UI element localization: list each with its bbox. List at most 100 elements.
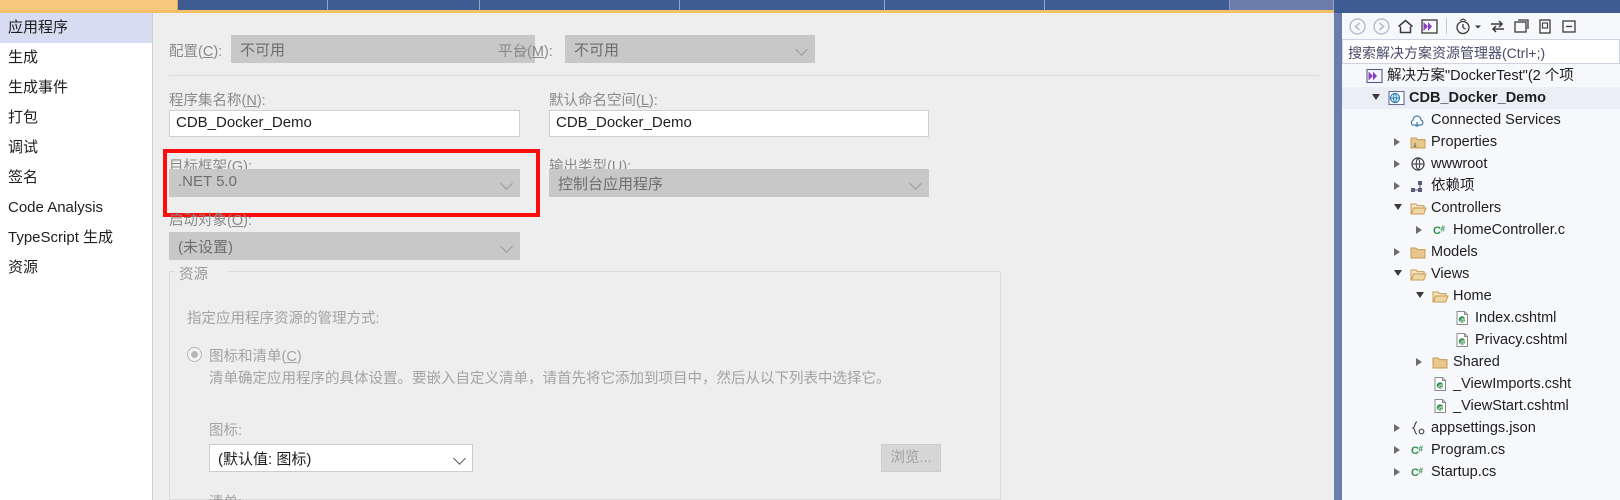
tree-node-label: Program.cs — [1431, 442, 1506, 458]
back-arrow-icon[interactable] — [1348, 17, 1367, 36]
default-namespace-input[interactable]: CDB_Docker_Demo — [549, 110, 929, 137]
sidebar-item-resources[interactable]: 资源 — [0, 253, 152, 283]
cshtml-file-icon: @ — [1454, 310, 1471, 326]
tree-node[interactable]: Properties — [1342, 131, 1620, 153]
solution-explorer-search-input[interactable]: 搜索解决方案资源管理器(Ctrl+;) — [1342, 39, 1620, 64]
tab-segment[interactable] — [480, 0, 680, 10]
sidebar-item-application[interactable]: 应用程序 — [0, 13, 163, 43]
expander-open-icon[interactable] — [1372, 94, 1380, 100]
assembly-name-input[interactable]: CDB_Docker_Demo — [169, 110, 520, 137]
sidebar-item-code-analysis[interactable]: Code Analysis — [0, 193, 152, 223]
icon-field-label: 图标: — [209, 423, 243, 439]
properties-category-sidebar[interactable]: 应用程序 生成 生成事件 打包 调试 签名 Code Analysis Type… — [0, 13, 163, 500]
platform-dropdown[interactable]: 不可用 — [565, 35, 815, 63]
tree-node[interactable]: @ Index.cshtml — [1342, 307, 1620, 329]
pending-changes-icon[interactable] — [1454, 17, 1473, 36]
home-icon[interactable] — [1396, 17, 1415, 36]
expander-closed-icon[interactable] — [1394, 160, 1400, 168]
expander-closed-icon[interactable] — [1394, 182, 1400, 190]
sidebar-item-typescript-build[interactable]: TypeScript 生成 — [0, 223, 152, 253]
sync-with-active-document-icon[interactable] — [1488, 17, 1507, 36]
sidebar-item-label: 签名 — [8, 169, 39, 186]
properties-window-icon[interactable] — [1512, 17, 1531, 36]
tree-node[interactable]: @ _ViewStart.cshtml — [1342, 395, 1620, 417]
assembly-name-label: 程序集名称(N): — [169, 93, 266, 109]
show-all-files-icon[interactable] — [1536, 17, 1555, 36]
svg-text:@: @ — [1460, 318, 1466, 324]
tree-node-label: Startup.cs — [1431, 464, 1497, 480]
tree-node[interactable]: @ _ViewImports.csht — [1342, 373, 1620, 395]
chevron-down-icon[interactable] — [1473, 17, 1483, 36]
tab-segment[interactable] — [178, 0, 328, 10]
solution-explorer-icon[interactable] — [1420, 17, 1439, 36]
folder-open-icon — [1410, 200, 1427, 216]
tree-node[interactable]: @ Privacy.cshtml — [1342, 329, 1620, 351]
icon-dropdown[interactable]: (默认值: 图标) — [209, 444, 473, 472]
expander-closed-icon[interactable] — [1394, 446, 1400, 454]
manifest-field-label: 清单: — [209, 491, 242, 500]
tree-node[interactable]: C # Program.cs — [1342, 439, 1620, 461]
target-framework-highlight-box — [163, 149, 540, 217]
tree-node[interactable]: Models — [1342, 241, 1620, 263]
tree-node-label: Index.cshtml — [1475, 310, 1557, 326]
expander-closed-icon[interactable] — [1416, 358, 1422, 366]
radio-dot — [191, 351, 198, 358]
sidebar-item-package[interactable]: 打包 — [0, 103, 152, 133]
tree-node-label: Views — [1431, 266, 1470, 282]
sidebar-item-signing[interactable]: 签名 — [0, 163, 152, 193]
forward-arrow-icon[interactable] — [1372, 17, 1391, 36]
expander-open-icon[interactable] — [1394, 270, 1402, 276]
startup-object-label: 启动对象(O): — [169, 213, 252, 229]
expander-closed-icon[interactable] — [1394, 468, 1400, 476]
solution-explorer-panel: 搜索解决方案资源管理器(Ctrl+;) 解决方案"DockerTest"(2 个… — [1334, 0, 1620, 500]
expander-open-icon[interactable] — [1416, 292, 1424, 298]
sidebar-item-label: TypeScript 生成 — [8, 229, 114, 246]
startup-object-dropdown[interactable]: (未设置) — [169, 232, 520, 260]
tree-node-label: 依赖项 — [1431, 178, 1475, 194]
tree-node[interactable]: CDB_Docker_Demo — [1342, 87, 1620, 109]
chevron-down-icon — [909, 177, 922, 190]
tree-node[interactable]: Connected Services — [1342, 109, 1620, 131]
tree-node[interactable]: Home — [1342, 285, 1620, 307]
tab-segment[interactable] — [680, 0, 885, 10]
chevron-down-icon — [795, 43, 808, 56]
tree-node-label: HomeController.c — [1453, 222, 1566, 238]
sidebar-item-debug[interactable]: 调试 — [0, 133, 152, 163]
document-tab-strip[interactable] — [0, 0, 1334, 13]
solution-explorer-tree[interactable]: 解决方案"DockerTest"(2 个项 CDB_Docker_Demo Conn… — [1342, 65, 1620, 500]
tree-node[interactable]: Shared — [1342, 351, 1620, 373]
expander-open-icon[interactable] — [1394, 204, 1402, 210]
tab-segment[interactable] — [885, 0, 1045, 10]
output-type-dropdown[interactable]: 控制台应用程序 — [549, 169, 929, 197]
tree-node[interactable]: C # Startup.cs — [1342, 461, 1620, 483]
tab-segment[interactable] — [1045, 0, 1230, 10]
application-properties-pane: 配置(C): 不可用 平台(M): 不可用 程序集名称(N): CDB_Dock… — [152, 13, 1334, 500]
tree-node[interactable]: C # HomeController.c — [1342, 219, 1620, 241]
tree-node-label: Models — [1431, 244, 1478, 260]
expander-closed-icon[interactable] — [1416, 226, 1422, 234]
sidebar-item-label: Code Analysis — [8, 199, 104, 216]
tab-segment[interactable] — [1230, 0, 1334, 10]
browse-icon-button[interactable]: 浏览... — [881, 444, 941, 472]
configuration-dropdown[interactable]: 不可用 — [231, 35, 535, 63]
tree-node[interactable]: Views — [1342, 263, 1620, 285]
tree-node-label: Shared — [1453, 354, 1500, 370]
expander-closed-icon[interactable] — [1394, 248, 1400, 256]
tree-node-label: wwwroot — [1431, 156, 1488, 172]
expander-closed-icon[interactable] — [1394, 138, 1400, 146]
collapse-all-icon[interactable] — [1560, 17, 1579, 36]
tree-node[interactable]: 解决方案"DockerTest"(2 个项 — [1342, 65, 1620, 87]
sidebar-item-build[interactable]: 生成 — [0, 43, 152, 73]
tree-node[interactable]: Controllers — [1342, 197, 1620, 219]
tab-segment-active[interactable] — [0, 0, 178, 10]
tree-node[interactable]: 依赖项 — [1342, 175, 1620, 197]
sidebar-item-build-events[interactable]: 生成事件 — [0, 73, 152, 103]
sidebar-item-label: 应用程序 — [8, 19, 69, 36]
icon-and-manifest-radio[interactable] — [187, 347, 202, 362]
expander-closed-icon[interactable] — [1394, 424, 1400, 432]
sidebar-item-label: 资源 — [8, 259, 39, 276]
tab-segment[interactable] — [328, 0, 480, 10]
tree-node[interactable]: appsettings.json — [1342, 417, 1620, 439]
solution-explorer-toolbar[interactable] — [1342, 13, 1620, 39]
tree-node[interactable]: wwwroot — [1342, 153, 1620, 175]
